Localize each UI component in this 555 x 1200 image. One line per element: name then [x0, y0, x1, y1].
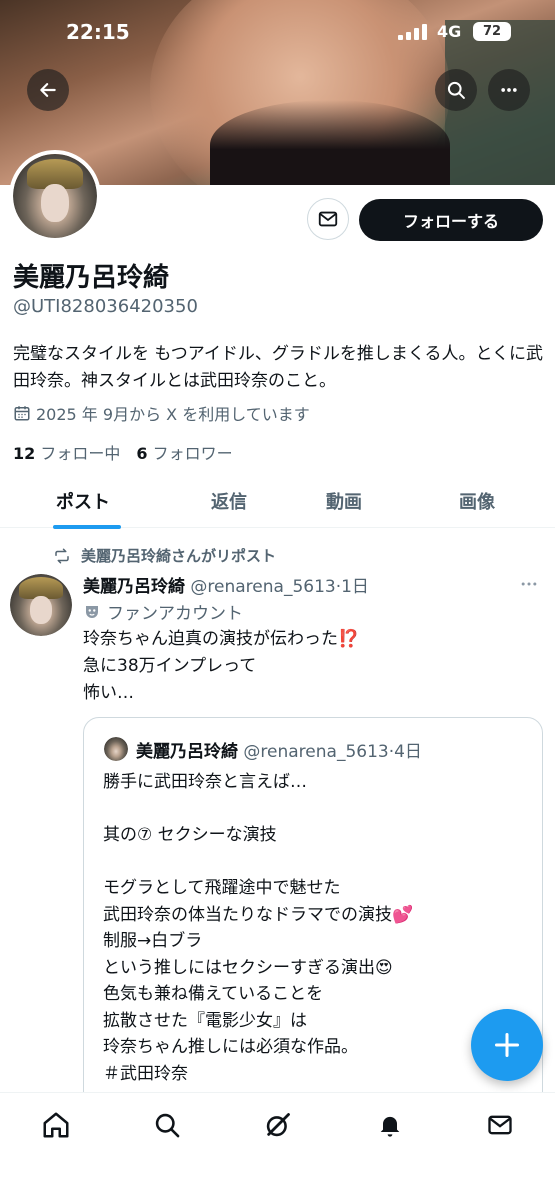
more-horizontal-icon: [501, 88, 517, 92]
follow-button[interactable]: フォローする: [359, 199, 543, 241]
active-tab-indicator: [53, 525, 121, 529]
network-type: 4G: [437, 22, 462, 41]
post-text: 玲奈ちゃん迫真の演技が伝わった⁉️ 急に38万インプレって 怖い…: [83, 629, 360, 703]
profile-tabs: ポスト 返信 動画 画像: [0, 478, 555, 529]
search-icon: [155, 1113, 180, 1138]
fan-label-text: ファンアカウント: [107, 604, 243, 624]
profile-name: 美麗乃呂玲綺: [13, 263, 170, 293]
battery-level: 72: [473, 22, 511, 41]
nav-messages[interactable]: [484, 1109, 516, 1141]
signal-icon: [398, 24, 427, 40]
nav-notifications[interactable]: [374, 1109, 406, 1141]
quoted-post[interactable]: 美麗乃呂玲綺 @renarena_5613·4日 勝手に武田玲奈と言えば… 其の…: [83, 717, 543, 1137]
status-bar: 22:15 4G 72: [0, 18, 555, 48]
plus-icon: [494, 1032, 520, 1058]
joined-date: 2025 年 9月から X を利用しています: [13, 401, 310, 425]
following-count: 12: [13, 444, 36, 463]
post-header: 美麗乃呂玲綺 @renarena_5613·1日: [83, 572, 369, 597]
quote-meta: @renarena_5613·4日: [243, 742, 422, 762]
bottom-nav: [0, 1092, 555, 1200]
profile-handle: @UTI828036420350: [13, 296, 198, 317]
avatar-face: [41, 184, 69, 222]
avatar-image: [13, 154, 97, 238]
quote-author: 美麗乃呂玲綺: [136, 742, 238, 762]
followers-count: 6: [136, 444, 148, 463]
post-author[interactable]: 美麗乃呂玲綺: [83, 577, 185, 597]
compose-button[interactable]: [471, 1009, 543, 1081]
tab-replies[interactable]: 返信: [211, 488, 247, 514]
mask-icon: [86, 605, 98, 618]
post-avatar-face: [30, 596, 52, 624]
quote-text: 勝手に武田玲奈と言えば… 其の⑦ セクシーな演技 モグラとして飛躍途中で魅せた …: [103, 772, 414, 1084]
repost-label: 美麗乃呂玲綺さんがリポスト: [81, 547, 277, 565]
home-icon: [43, 1112, 69, 1138]
follow-counts: 12 フォロー中 6 フォロワー: [13, 440, 233, 464]
calendar-icon: [14, 406, 30, 421]
grok-icon: [266, 1113, 290, 1137]
followers-link[interactable]: 6 フォロワー: [136, 440, 232, 464]
post-meta: @renarena_5613·1日: [190, 577, 369, 597]
profile-avatar[interactable]: [9, 150, 101, 242]
search-button[interactable]: [435, 69, 477, 111]
envelope-icon: [488, 1115, 512, 1135]
quote-header: 美麗乃呂玲綺 @renarena_5613·4日: [136, 737, 422, 762]
status-time: 22:15: [66, 20, 130, 44]
more-horizontal-icon: [521, 582, 537, 586]
post-avatar-image: [10, 574, 72, 636]
nav-home[interactable]: [40, 1109, 72, 1141]
fan-account-label: ファンアカウント: [83, 599, 243, 624]
quote-avatar: [104, 737, 128, 761]
following-label: フォロー中: [40, 444, 121, 463]
envelope-icon: [318, 211, 338, 227]
search-icon: [447, 81, 465, 99]
post-avatar[interactable]: [10, 574, 72, 636]
message-button[interactable]: [307, 198, 349, 240]
arrow-left-icon: [40, 83, 56, 97]
tab-images[interactable]: 画像: [459, 488, 495, 514]
following-link[interactable]: 12 フォロー中: [13, 440, 120, 464]
nav-grok[interactable]: [262, 1109, 294, 1141]
more-button[interactable]: [488, 69, 530, 111]
bell-icon: [380, 1116, 400, 1137]
repost-icon: [55, 548, 69, 563]
post-more-button[interactable]: [519, 574, 539, 599]
back-button[interactable]: [27, 69, 69, 111]
nav-search[interactable]: [151, 1109, 183, 1141]
tab-videos[interactable]: 動画: [326, 488, 362, 514]
banner-photo-detail: [210, 100, 450, 185]
profile-bio: 完璧なスタイルを もつアイドル、グラドルを推しまくる人。とくに武田玲奈。神スタイ…: [13, 344, 544, 391]
quote-avatar-image: [104, 737, 128, 761]
joined-text: 2025 年 9月から X を利用しています: [36, 405, 310, 424]
repost-indicator: 美麗乃呂玲綺さんがリポスト: [53, 545, 276, 566]
tab-posts[interactable]: ポスト: [56, 488, 110, 514]
followers-label: フォロワー: [152, 444, 233, 463]
